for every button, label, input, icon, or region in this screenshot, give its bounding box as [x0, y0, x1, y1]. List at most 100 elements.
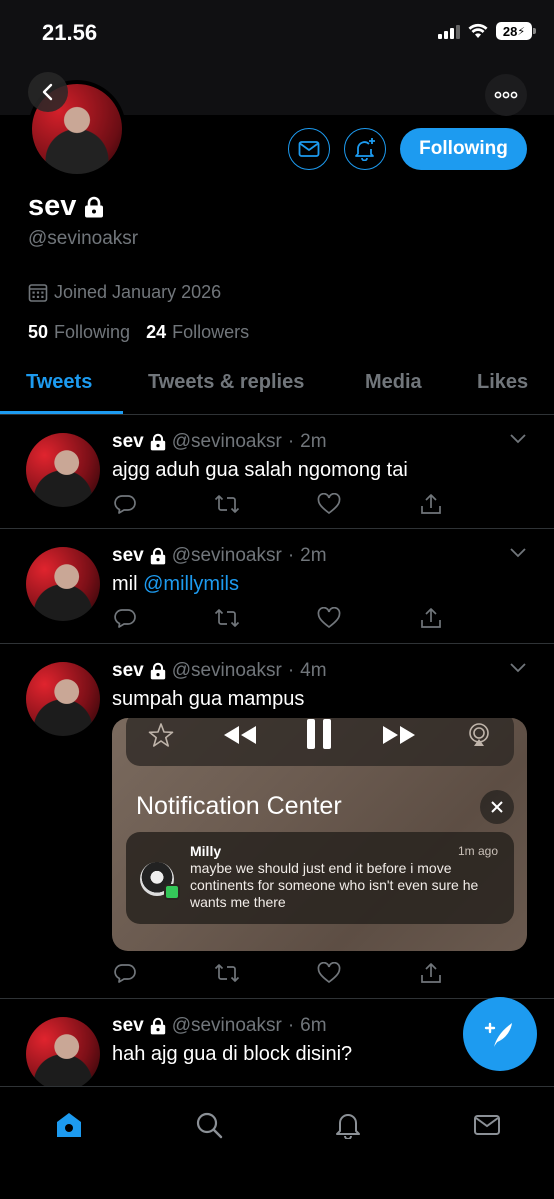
- followers-count-link[interactable]: 24 Followers: [146, 322, 249, 343]
- retweet-icon[interactable]: [214, 493, 240, 515]
- share-icon[interactable]: [420, 607, 442, 629]
- tweet-author-name: sev: [112, 660, 144, 681]
- rewind-icon: [224, 726, 256, 744]
- tab-tweets-replies[interactable]: Tweets & replies: [148, 371, 304, 394]
- reply-icon[interactable]: [114, 962, 136, 984]
- following-count-link[interactable]: 50 Following: [28, 322, 130, 343]
- tweet-dot: ·: [287, 1015, 295, 1036]
- reply-icon[interactable]: [114, 607, 136, 629]
- notification-body: maybe we should just end it before i mov…: [190, 860, 479, 910]
- tweet-header: sev @sevinoaksr · 2m: [112, 545, 327, 567]
- tweet-author-handle: @sevinoaksr: [171, 1015, 282, 1036]
- close-icon: [491, 801, 503, 813]
- joined-date: Joined January 2026: [28, 282, 221, 303]
- follow-counts: 50 Following 24 Followers: [28, 322, 249, 343]
- notification-time: 1m ago: [457, 844, 498, 858]
- nav-home[interactable]: [49, 1105, 89, 1145]
- star-icon: [148, 723, 174, 747]
- tweet-author-handle: @sevinoaksr: [171, 660, 282, 681]
- followers-label: Followers: [172, 322, 250, 342]
- messages-app-icon: [164, 884, 180, 900]
- tweet-actions: [112, 607, 442, 631]
- notification-center-title: Notification Center: [136, 792, 342, 820]
- tweet[interactable]: sev @sevinoaksr · 4m sumpah gua mampus N…: [0, 644, 554, 999]
- retweet-icon[interactable]: [214, 607, 240, 629]
- chevron-down-icon[interactable]: [508, 662, 528, 674]
- share-icon[interactable]: [420, 493, 442, 515]
- display-name-text: sev: [28, 190, 77, 222]
- tab-likes[interactable]: Likes: [477, 371, 528, 394]
- share-icon[interactable]: [420, 962, 442, 984]
- tweet-dot: ·: [287, 431, 295, 452]
- tweet-text: sumpah gua mampus: [112, 688, 305, 710]
- more-dots-icon: [494, 91, 518, 99]
- lock-icon: [150, 433, 165, 451]
- tweet-avatar[interactable]: [26, 547, 100, 621]
- tweet-dot: ·: [287, 660, 295, 681]
- tweet-time: 4m: [300, 660, 327, 681]
- tweet-media-image[interactable]: Notification Center Milly 1m ago maybe w…: [112, 718, 527, 951]
- signal-icon: [438, 23, 460, 39]
- tweet-text: hah ajg gua di block disini?: [112, 1043, 353, 1065]
- reply-icon[interactable]: [114, 493, 136, 515]
- tweet-time: 2m: [300, 431, 327, 452]
- retweet-icon[interactable]: [214, 962, 240, 984]
- back-button[interactable]: [28, 72, 68, 112]
- heart-icon[interactable]: [317, 962, 341, 984]
- tweet-text: mil @millymils: [112, 573, 239, 596]
- chevron-down-icon[interactable]: [508, 433, 528, 445]
- tweet-avatar[interactable]: [26, 1017, 100, 1087]
- tweet-author-name: sev: [112, 431, 144, 452]
- tweet[interactable]: sev @sevinoaksr · 2m ajgg aduh gua salah…: [0, 415, 554, 529]
- tweet-author-handle: @sevinoaksr: [171, 545, 282, 566]
- nav-search[interactable]: [189, 1105, 229, 1145]
- lock-icon: [85, 196, 104, 217]
- tweet-text: ajgg aduh gua salah ngomong tai: [112, 459, 408, 481]
- tweet-avatar[interactable]: [26, 662, 100, 736]
- tweet-text-prefix: mil: [112, 573, 138, 595]
- tweet-actions: [112, 962, 442, 986]
- chevron-down-icon[interactable]: [508, 547, 528, 559]
- envelope-icon: [298, 141, 320, 157]
- nav-notifications[interactable]: [328, 1105, 368, 1145]
- fast-forward-icon: [383, 726, 415, 744]
- more-button[interactable]: [485, 74, 527, 116]
- battery-level: 28: [502, 23, 518, 39]
- status-icons: 28 ⚡: [438, 22, 536, 40]
- tab-media[interactable]: Media: [365, 371, 422, 394]
- notify-button[interactable]: [344, 128, 386, 170]
- tweet-time: 6m: [300, 1015, 327, 1036]
- compose-tweet-button[interactable]: [463, 997, 537, 1071]
- tweet-author-name: sev: [112, 545, 144, 566]
- tweet[interactable]: sev @sevinoaksr · 2m mil @millymils: [0, 529, 554, 644]
- tab-tweets[interactable]: Tweets: [26, 371, 92, 394]
- tweet-author-handle: @sevinoaksr: [171, 431, 282, 452]
- search-icon: [196, 1112, 223, 1139]
- message-button[interactable]: [288, 128, 330, 170]
- tweet-dot: ·: [287, 545, 295, 566]
- heart-icon[interactable]: [317, 607, 341, 629]
- nav-messages[interactable]: [467, 1105, 507, 1145]
- tweet-time: 2m: [300, 545, 327, 566]
- envelope-icon: [474, 1115, 500, 1135]
- mention-link[interactable]: @millymils: [143, 573, 239, 595]
- tweet-header: sev @sevinoaksr · 6m: [112, 1015, 327, 1037]
- profile-tabs: Tweets Tweets & replies Media Likes: [0, 355, 554, 415]
- bottom-navigation: [0, 1086, 554, 1199]
- lock-icon: [150, 1017, 165, 1035]
- heart-icon[interactable]: [317, 493, 341, 515]
- status-time: 21.56: [42, 20, 98, 45]
- chevron-left-icon: [42, 83, 53, 101]
- compose-feather-icon: [484, 1022, 512, 1047]
- lock-icon: [150, 662, 165, 680]
- calendar-icon: [28, 283, 48, 302]
- tweet-author-name: sev: [112, 1015, 144, 1036]
- bell-icon: [336, 1114, 360, 1139]
- lock-icon: [150, 547, 165, 565]
- following-button[interactable]: Following: [400, 128, 527, 170]
- followers-count: 24: [146, 322, 167, 342]
- display-name: sev: [28, 190, 104, 223]
- bell-plus-icon: [355, 138, 375, 161]
- tweet-avatar[interactable]: [26, 433, 100, 507]
- active-tab-indicator: [0, 411, 123, 414]
